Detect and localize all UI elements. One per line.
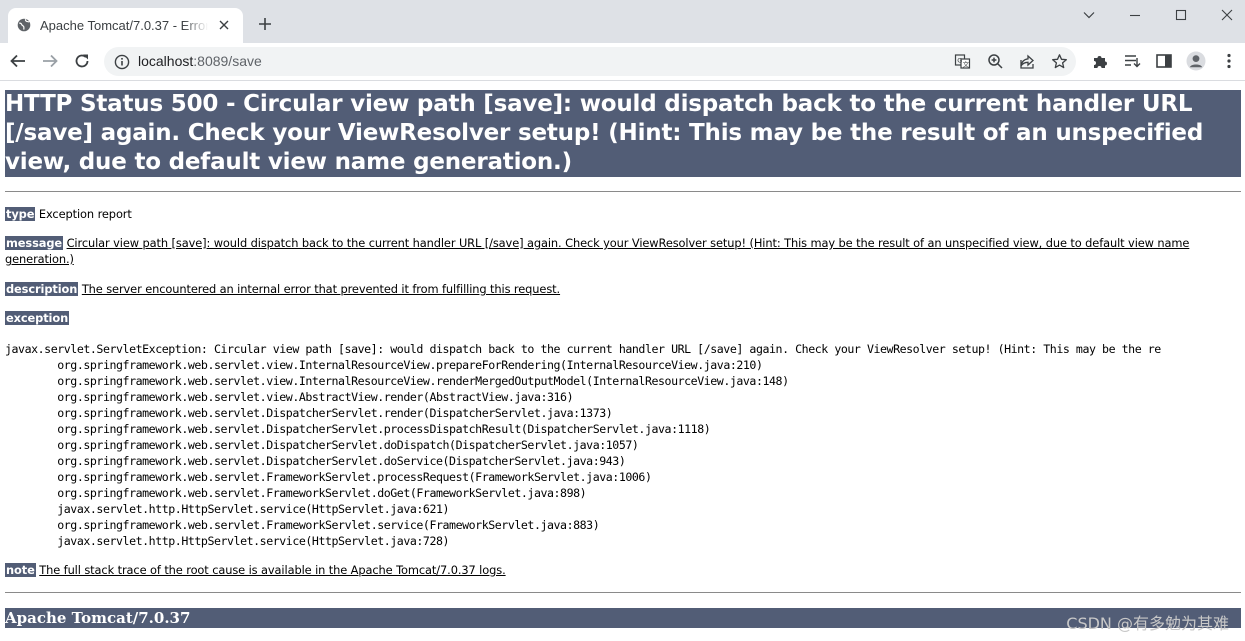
page-title: HTTP Status 500 - Circular view path [sa… xyxy=(5,90,1241,177)
type-value: Exception report xyxy=(38,207,132,221)
url-path: :8089/save xyxy=(193,53,262,69)
note-label: note xyxy=(5,563,36,577)
forward-icon[interactable] xyxy=(41,52,59,70)
maximize-icon[interactable] xyxy=(1174,8,1188,22)
stack-trace: javax.servlet.ServletException: Circular… xyxy=(5,342,1161,548)
message-value: Circular view path [save]: would dispatc… xyxy=(5,236,1190,266)
extensions-icon[interactable] xyxy=(1091,52,1109,70)
active-tab[interactable]: Apache Tomcat/7.0.37 - Error report xyxy=(8,8,243,43)
svg-text:文: 文 xyxy=(963,60,970,69)
svg-text:G: G xyxy=(957,57,962,65)
window-close-icon[interactable] xyxy=(1220,8,1234,22)
message-row: message Circular view path [save]: would… xyxy=(5,235,1243,267)
note-row: note The full stack trace of the root ca… xyxy=(5,562,1243,578)
divider xyxy=(5,191,1241,192)
chevron-down-icon[interactable] xyxy=(1082,8,1096,22)
close-icon[interactable] xyxy=(218,19,230,31)
tab-title: Apache Tomcat/7.0.37 - Error report xyxy=(40,18,208,33)
reading-list-icon[interactable] xyxy=(1123,52,1141,70)
type-label: type xyxy=(5,207,36,221)
message-label: message xyxy=(5,236,64,250)
info-icon[interactable] xyxy=(114,54,130,70)
share-icon[interactable] xyxy=(1019,53,1036,70)
watermark: CSDN @有多勉为其难 xyxy=(1066,614,1229,633)
profile-icon[interactable] xyxy=(1186,51,1206,71)
description-row: description The server encountered an in… xyxy=(5,281,1243,297)
url-host: localhost xyxy=(138,53,194,69)
reload-icon[interactable] xyxy=(73,52,91,70)
star-icon[interactable] xyxy=(1051,53,1068,70)
plus-icon[interactable] xyxy=(257,16,273,32)
note-value: The full stack trace of the root cause i… xyxy=(39,563,506,577)
back-icon[interactable] xyxy=(9,52,27,70)
type-row: type Exception report xyxy=(5,206,1243,222)
exception-label: exception xyxy=(5,311,70,325)
description-value: The server encountered an internal error… xyxy=(81,282,561,296)
exception-row: exception xyxy=(5,310,1243,326)
divider xyxy=(5,592,1241,593)
menu-icon[interactable] xyxy=(1220,52,1238,70)
minimize-icon[interactable] xyxy=(1128,8,1142,22)
server-footer: Apache Tomcat/7.0.37 xyxy=(5,608,1241,628)
translate-icon[interactable]: G文 xyxy=(954,53,971,70)
globe-icon xyxy=(17,18,31,32)
zoom-icon[interactable] xyxy=(987,53,1004,70)
side-panel-icon[interactable] xyxy=(1155,52,1173,70)
description-label: description xyxy=(5,282,79,296)
address-bar[interactable]: localhost:8089/save G文 xyxy=(104,47,1076,76)
tab-strip: Apache Tomcat/7.0.37 - Error report xyxy=(0,0,1245,43)
url-text[interactable]: localhost:8089/save xyxy=(138,53,262,69)
browser-toolbar: localhost:8089/save G文 xyxy=(0,43,1245,81)
